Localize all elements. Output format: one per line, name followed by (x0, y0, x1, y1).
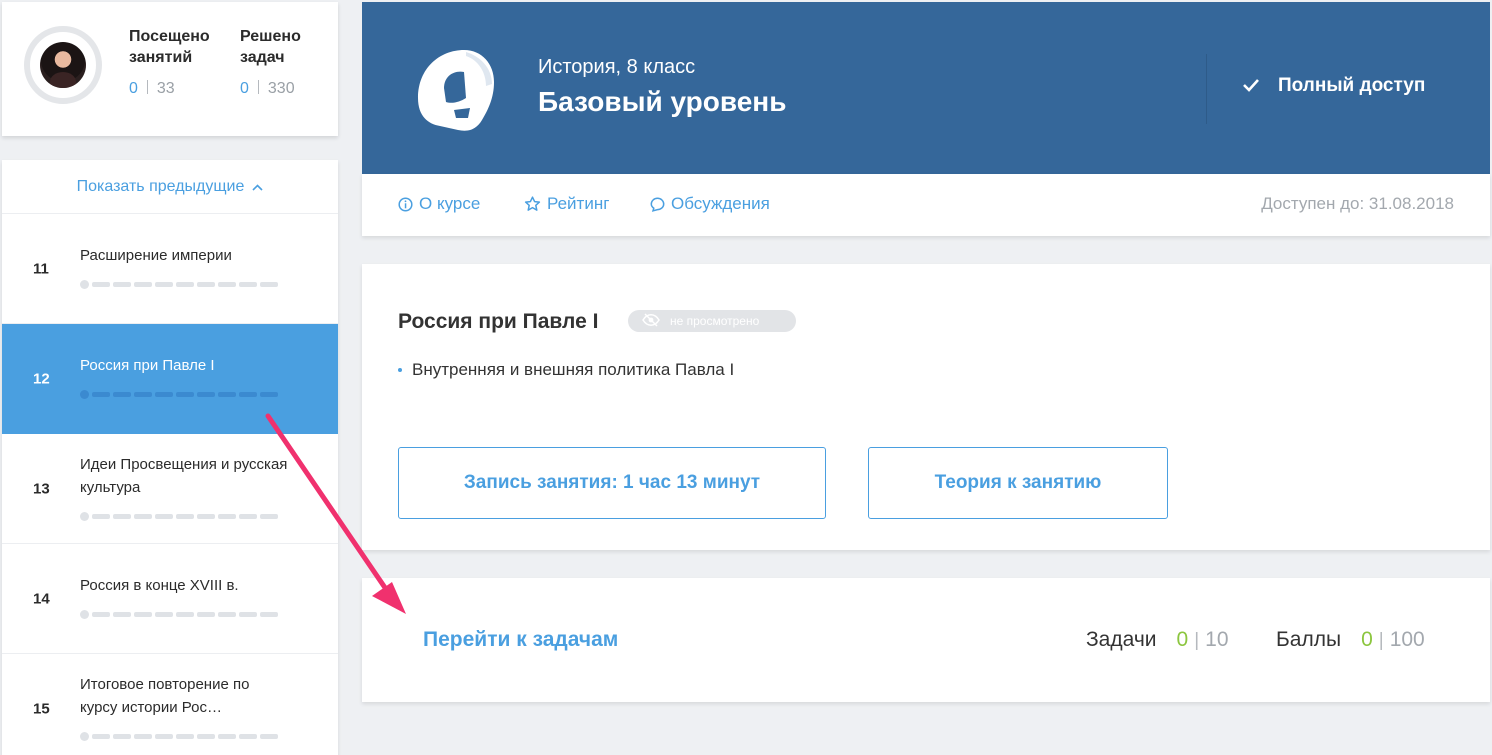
lesson-progress (80, 280, 278, 289)
course-nav: О курсе Рейтинг Обсуждения Доступен до: … (362, 174, 1490, 236)
status-badge: не просмотрено (628, 310, 796, 332)
lesson-progress (80, 732, 278, 741)
chevron-up-icon (252, 180, 263, 194)
lesson-progress (80, 610, 278, 619)
avatar[interactable] (24, 26, 102, 104)
points-score: Баллы 0 | 100 (1276, 628, 1425, 651)
visited-lessons-label: Посещено занятий (129, 28, 210, 66)
available-until: Доступен до: 31.08.2018 (1261, 194, 1454, 213)
solved-tasks-label: Решено задач (240, 28, 301, 66)
tab-about-course[interactable]: О курсе (398, 194, 480, 214)
lesson-heading: Россия при Павле I (398, 310, 599, 333)
solved-tasks-stat: Решено задач 0 330 (240, 26, 301, 98)
lesson-item-11[interactable]: 11 Расширение империи (2, 214, 338, 324)
go-to-tasks-link[interactable]: Перейти к задачам (423, 628, 618, 652)
lesson-recording-button[interactable]: Запись занятия: 1 час 13 минут (398, 447, 826, 519)
lesson-title: Итоговое повторение по курсу истории Рос… (80, 676, 250, 716)
theory-button[interactable]: Теория к занятию (868, 447, 1168, 519)
solved-tasks-count: 0 330 (240, 80, 295, 97)
lesson-card: Россия при Павле I не просмотрено Внутре… (362, 264, 1490, 550)
lesson-title: Россия в конце XVIII в. (80, 577, 239, 594)
lesson-number: 13 (33, 480, 50, 497)
header-divider (1206, 54, 1207, 124)
lesson-title: Расширение империи (80, 247, 232, 264)
visited-lessons-stat: Посещено занятий 0 33 (129, 26, 210, 98)
tasks-score: Задачи 0 | 10 (1086, 628, 1229, 651)
course-level: Базовый уровень (538, 86, 787, 117)
check-icon (1242, 76, 1260, 97)
tab-rating[interactable]: Рейтинг (524, 194, 609, 214)
eye-slash-icon (642, 312, 660, 330)
lesson-number: 12 (33, 370, 50, 387)
lesson-number: 14 (33, 590, 50, 607)
lesson-progress (80, 390, 278, 399)
info-icon (398, 196, 413, 212)
lesson-topics: Внутренняя и внешняя политика Павла I (398, 360, 734, 380)
lesson-item-14[interactable]: 14 Россия в конце XVIII в. (2, 544, 338, 654)
course-subject: История, 8 класс (538, 56, 696, 78)
chat-bubble-icon (650, 197, 665, 212)
course-header: История, 8 класс Базовый уровень Полный … (362, 2, 1490, 174)
lesson-number: 11 (33, 260, 49, 277)
visited-lessons-count: 0 33 (129, 80, 175, 97)
tab-discussions[interactable]: Обсуждения (650, 194, 770, 214)
lesson-number: 15 (33, 700, 50, 717)
profile-card: Посещено занятий 0 33 Решено задач 0 330 (2, 2, 338, 136)
lesson-item-13[interactable]: 13 Идеи Просвещения и русская культура (2, 434, 338, 544)
lesson-item-15[interactable]: 15 Итоговое повторение по курсу истории … (2, 654, 338, 755)
tasks-card: Перейти к задачам Задачи 0 | 10 Баллы 0 | 100 (362, 578, 1490, 702)
list-item: Внутренняя и внешняя политика Павла I (398, 360, 734, 380)
lesson-progress (80, 512, 278, 521)
avatar-photo (40, 42, 86, 88)
helmet-icon (418, 50, 494, 131)
lesson-title: Идеи Просвещения и русская культура (80, 456, 288, 496)
lesson-list: Показать предыдущие 11 Расширение импери… (2, 160, 338, 755)
show-previous-button[interactable]: Показать предыдущие (2, 160, 338, 214)
star-icon (524, 196, 541, 212)
full-access-badge: Полный доступ (1242, 75, 1425, 97)
lesson-title: Россия при Павле I (80, 357, 215, 374)
lesson-item-12[interactable]: 12 Россия при Павле I (2, 324, 338, 434)
